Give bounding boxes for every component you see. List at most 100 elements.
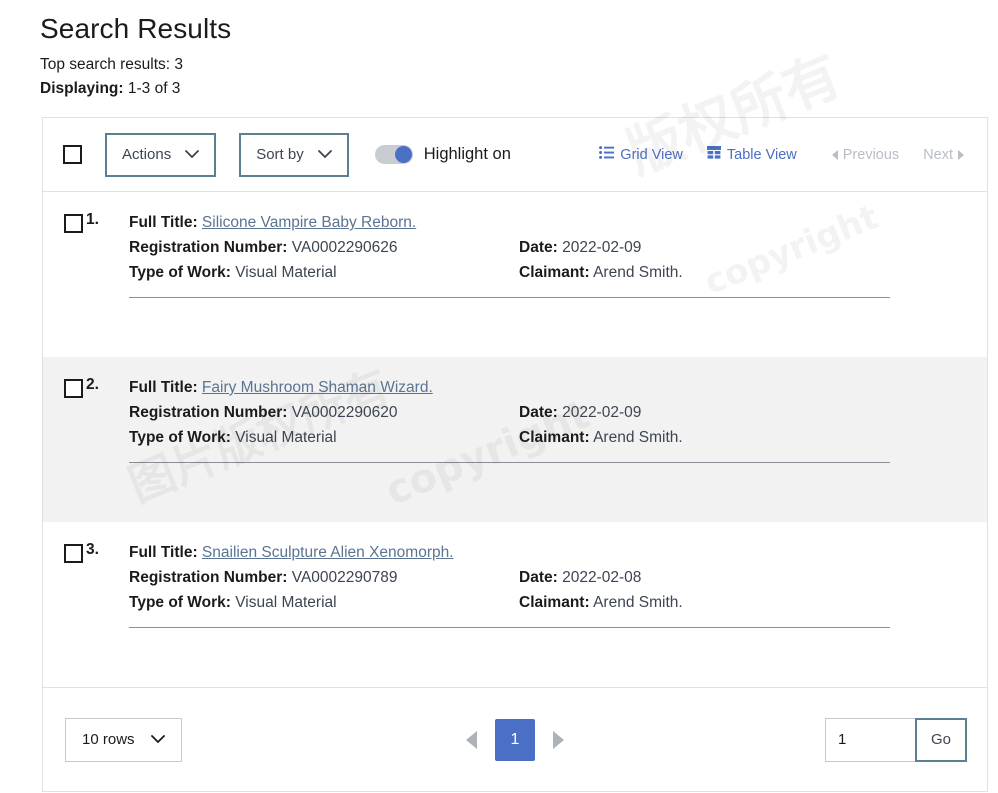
next-label: Next	[923, 146, 953, 163]
caret-right-icon	[958, 149, 964, 160]
select-all-checkbox[interactable]	[63, 145, 82, 164]
full-title-field: Full Title: Snailien Sculpture Alien Xen…	[129, 540, 519, 565]
type-of-work-label: Type of Work:	[129, 429, 231, 447]
list-icon	[599, 146, 615, 163]
table-view-link[interactable]: Table View	[695, 146, 809, 163]
goto-page-group: Go	[824, 717, 967, 762]
result-checkbox[interactable]	[64, 214, 83, 233]
result-details: Full Title: Fairy Mushroom Shaman Wizard…	[129, 375, 987, 522]
full-title-link[interactable]: Fairy Mushroom Shaman Wizard.	[202, 379, 433, 396]
top-results-line: Top search results: 3	[40, 53, 998, 77]
claimant-field: Claimant: Arend Smith.	[519, 260, 963, 285]
previous-label: Previous	[842, 146, 900, 163]
type-of-work-value: Visual Material	[235, 264, 337, 282]
pager-next-icon[interactable]	[553, 730, 564, 749]
claimant-label: Claimant:	[519, 264, 590, 282]
registration-number-label: Registration Number:	[129, 239, 288, 257]
registration-number-value: VA0002290626	[291, 239, 398, 257]
results-card: Actions Sort by Highlight on Grid View T…	[42, 117, 988, 792]
pager-page-button[interactable]: 1	[495, 718, 535, 761]
pager-previous-icon[interactable]	[466, 730, 477, 749]
full-title-label: Full Title:	[129, 379, 198, 396]
table-view-label: Table View	[726, 146, 797, 163]
result-row: 3. Full Title: Snailien Sculpture Alien …	[43, 522, 987, 687]
claimant-value: Arend Smith.	[593, 264, 683, 282]
registration-number-label: Registration Number:	[129, 404, 288, 422]
type-of-work-field: Type of Work: Visual Material	[129, 425, 519, 450]
date-field: Date: 2022-02-09	[519, 400, 963, 425]
results-toolbar: Actions Sort by Highlight on Grid View T…	[43, 118, 987, 192]
registration-line: Registration Number: VA0002290620 Date: …	[129, 400, 963, 425]
result-index: 1.	[86, 211, 99, 228]
registration-number-field: Registration Number: VA0002290620	[129, 400, 519, 425]
result-details: Full Title: Silicone Vampire Baby Reborn…	[129, 210, 987, 357]
date-value: 2022-02-09	[562, 404, 642, 422]
claimant-value: Arend Smith.	[593, 429, 683, 447]
chevron-down-icon	[150, 731, 165, 748]
chevron-down-icon	[317, 146, 332, 163]
result-index: 3.	[86, 541, 99, 558]
date-value: 2022-02-09	[562, 239, 642, 257]
result-divider	[129, 627, 890, 629]
result-divider	[129, 462, 890, 464]
type-of-work-label: Type of Work:	[129, 594, 231, 612]
result-divider	[129, 297, 890, 299]
grid-view-label: Grid View	[620, 146, 683, 163]
date-label: Date:	[519, 239, 558, 257]
table-icon	[706, 146, 721, 163]
date-label: Date:	[519, 569, 558, 587]
next-page-link[interactable]: Next	[918, 147, 969, 163]
claimant-field: Claimant: Arend Smith.	[519, 425, 963, 450]
result-checkbox[interactable]	[64, 544, 83, 563]
sort-by-button[interactable]: Sort by	[239, 132, 349, 177]
sort-by-button-label: Sort by	[256, 146, 304, 163]
type-line: Type of Work: Visual Material Claimant: …	[129, 425, 963, 450]
type-of-work-field: Type of Work: Visual Material	[129, 590, 519, 615]
title-line: Full Title: Fairy Mushroom Shaman Wizard…	[129, 375, 963, 400]
registration-number-value: VA0002290789	[291, 569, 398, 587]
displaying-range: 1-3 of 3	[127, 79, 181, 97]
type-of-work-value: Visual Material	[235, 594, 337, 612]
result-checkbox-cell	[43, 210, 86, 357]
result-checkbox-cell	[43, 540, 86, 687]
full-title-field: Full Title: Fairy Mushroom Shaman Wizard…	[129, 375, 519, 400]
claimant-label: Claimant:	[519, 429, 590, 447]
date-field: Date: 2022-02-09	[519, 235, 963, 260]
rows-per-page-select[interactable]: 10 rows	[65, 717, 182, 762]
displaying-line: Displaying: 1-3 of 3	[40, 77, 998, 101]
type-line: Type of Work: Visual Material Claimant: …	[129, 260, 963, 285]
result-index: 2.	[86, 376, 99, 393]
type-line: Type of Work: Visual Material Claimant: …	[129, 590, 963, 615]
top-results-count: 3	[174, 55, 184, 73]
result-row: 2. Full Title: Fairy Mushroom Shaman Wiz…	[43, 357, 987, 522]
highlight-toggle[interactable]: Highlight on	[374, 145, 511, 164]
caret-left-icon	[831, 149, 838, 160]
toggle-switch-icon	[374, 145, 413, 164]
toolbar-right-group: Grid View Table View Previous Next	[587, 146, 973, 163]
full-title-link[interactable]: Snailien Sculpture Alien Xenomorph.	[202, 544, 454, 561]
displaying-label: Displaying:	[40, 79, 124, 97]
type-of-work-field: Type of Work: Visual Material	[129, 260, 519, 285]
result-checkbox[interactable]	[64, 379, 83, 398]
registration-line: Registration Number: VA0002290789 Date: …	[129, 565, 963, 590]
full-title-link[interactable]: Silicone Vampire Baby Reborn.	[202, 214, 416, 231]
result-checkbox-cell	[43, 375, 86, 522]
actions-button[interactable]: Actions	[105, 132, 217, 177]
date-field: Date: 2022-02-08	[519, 565, 963, 590]
claimant-field: Claimant: Arend Smith.	[519, 590, 963, 615]
search-results-page: Search Results Top search results: 3 Dis…	[0, 0, 998, 793]
grid-view-link[interactable]: Grid View	[587, 146, 695, 163]
go-button[interactable]: Go	[914, 717, 967, 762]
previous-page-link[interactable]: Previous	[827, 147, 904, 163]
registration-number-value: VA0002290620	[291, 404, 398, 422]
page-header: Search Results Top search results: 3 Dis…	[0, 0, 998, 101]
claimant-label: Claimant:	[519, 594, 590, 612]
rows-per-page-label: 10 rows	[82, 731, 135, 748]
registration-line: Registration Number: VA0002290626 Date: …	[129, 235, 963, 260]
page-title: Search Results	[40, 13, 232, 44]
full-title-label: Full Title:	[129, 214, 198, 231]
registration-number-field: Registration Number: VA0002290626	[129, 235, 519, 260]
registration-number-field: Registration Number: VA0002290789	[129, 565, 519, 590]
result-details: Full Title: Snailien Sculpture Alien Xen…	[129, 540, 987, 687]
goto-page-input[interactable]	[824, 717, 915, 762]
